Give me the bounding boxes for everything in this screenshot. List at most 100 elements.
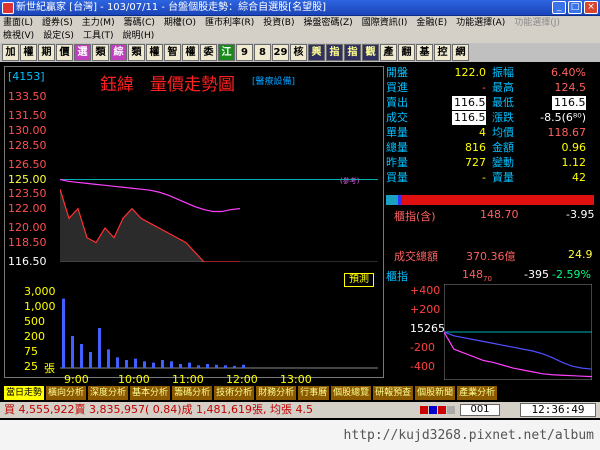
minimize-button[interactable]: _ bbox=[552, 1, 566, 14]
price-tick-2: 130.00 bbox=[8, 123, 47, 137]
price-tick-6: 123.50 bbox=[8, 187, 47, 201]
volume-bar-15 bbox=[197, 365, 200, 368]
window-title-bar[interactable]: 新世紀贏家 [台灣] - 103/07/11 - 台盤個股走勢：綜合自選股[名望… bbox=[0, 0, 600, 16]
tab-3[interactable]: 基本分析 bbox=[130, 386, 172, 400]
toolbar-button-7[interactable]: 類 bbox=[128, 44, 145, 61]
quote-label-sell: 賣出 bbox=[386, 96, 408, 109]
volume-bar-19 bbox=[233, 365, 236, 368]
quote-label-single: 單量 bbox=[386, 126, 408, 139]
menu2-item-3[interactable]: 說明(H) bbox=[122, 29, 154, 43]
menu-item-2[interactable]: 主力(M) bbox=[82, 16, 115, 30]
tab-5[interactable]: 技術分析 bbox=[214, 386, 256, 400]
quote-value-single: 4 bbox=[479, 126, 486, 139]
tab-10[interactable]: 個股新聞 bbox=[415, 386, 457, 400]
tab-2[interactable]: 深度分析 bbox=[88, 386, 130, 400]
status-light-red2-icon bbox=[438, 406, 446, 414]
tab-6[interactable]: 財務分析 bbox=[256, 386, 298, 400]
toolbar-button-0[interactable]: 加 bbox=[2, 44, 19, 61]
chart-title: 量價走勢圖 bbox=[150, 75, 235, 95]
quote-panel: 開盤 122.0 振幅 6.40% 買進 - 最高 124.5 賣出 116.5 最低 116.5 成交… bbox=[386, 66, 596, 186]
tab-1[interactable]: 橫向分析 bbox=[46, 386, 88, 400]
index-tick-0: +400 bbox=[410, 284, 441, 297]
quote-label-deal: 成交 bbox=[386, 111, 408, 124]
volume-bar-13 bbox=[179, 364, 182, 368]
toolbar-button-25[interactable]: 網 bbox=[452, 44, 469, 61]
tab-11[interactable]: 產業分析 bbox=[457, 386, 499, 400]
toolbar-button-2[interactable]: 期 bbox=[38, 44, 55, 61]
index-chart-change: -395 bbox=[524, 268, 549, 281]
menu-item-10[interactable]: 功能選擇(A) bbox=[456, 16, 505, 30]
toolbar-button-14[interactable]: 8 bbox=[254, 44, 271, 61]
tab-7[interactable]: 行事曆 bbox=[298, 386, 331, 400]
toolbar-button-19[interactable]: 指 bbox=[344, 44, 361, 61]
total-amount-percent: 24.9 bbox=[568, 248, 593, 261]
status-light-blue-icon bbox=[429, 406, 437, 414]
toolbar-button-17[interactable]: 興 bbox=[308, 44, 325, 61]
menu2-item-2[interactable]: 工具(T) bbox=[83, 29, 114, 43]
toolbar-button-1[interactable]: 權 bbox=[20, 44, 37, 61]
menu-item-7[interactable]: 操盤密碼(Z) bbox=[304, 16, 353, 30]
toolbar-button-5[interactable]: 類 bbox=[92, 44, 109, 61]
toolbar-button-8[interactable]: 權 bbox=[146, 44, 163, 61]
maximize-button[interactable]: □ bbox=[568, 1, 582, 14]
index-chart-label: 櫃指 bbox=[386, 270, 408, 283]
menu-item-6[interactable]: 投資(B) bbox=[263, 16, 294, 30]
toolbar-button-24[interactable]: 控 bbox=[434, 44, 451, 61]
menu-item-0[interactable]: 畫面(L) bbox=[3, 16, 33, 30]
index-chart-value: 14870 bbox=[462, 268, 492, 284]
quote-value-open: 122.0 bbox=[454, 66, 487, 79]
total-amount-label: 成交總額 bbox=[394, 250, 438, 263]
toolbar-button-11[interactable]: 委 bbox=[200, 44, 217, 61]
quote-value-sell: 116.5 bbox=[452, 96, 486, 110]
volume-bar-0 bbox=[62, 298, 65, 368]
toolbar-button-13[interactable]: 9 bbox=[236, 44, 253, 61]
page-number[interactable]: 001 bbox=[460, 404, 500, 416]
close-button[interactable]: × bbox=[584, 1, 598, 14]
index-tick-3: -200 bbox=[410, 341, 435, 354]
toolbar-button-22[interactable]: 翻 bbox=[398, 44, 415, 61]
volume-bar-12 bbox=[170, 361, 173, 368]
toolbar-button-4[interactable]: 選 bbox=[74, 44, 91, 61]
volume-bar-18 bbox=[224, 365, 227, 368]
total-amount-value: 370.36億 bbox=[466, 250, 516, 263]
toolbar-button-21[interactable]: 產 bbox=[380, 44, 397, 61]
menu-item-5[interactable]: 匯市利率(R) bbox=[205, 16, 254, 30]
menu-item-8[interactable]: 國際資訊(I) bbox=[362, 16, 408, 30]
index-tick-2: 15265 bbox=[410, 322, 445, 335]
tab-4[interactable]: 籌碼分析 bbox=[172, 386, 214, 400]
time-tick-3: 12:00 bbox=[226, 373, 258, 386]
tab-0[interactable]: 當日走勢 bbox=[4, 386, 46, 400]
menu2-item-0[interactable]: 檢視(V) bbox=[3, 29, 34, 43]
index-line_a bbox=[444, 331, 592, 370]
menu-item-1[interactable]: 證券(S) bbox=[42, 16, 73, 30]
menu-item-9[interactable]: 金融(E) bbox=[416, 16, 447, 30]
toolbar-button-9[interactable]: 智 bbox=[164, 44, 181, 61]
time-tick-1: 10:00 bbox=[118, 373, 150, 386]
menu-item-disabled-0: 功能選擇(J) bbox=[514, 18, 560, 28]
toolbar-button-16[interactable]: 核 bbox=[290, 44, 307, 61]
toolbar-button-10[interactable]: 權 bbox=[182, 44, 199, 61]
menu-item-3[interactable]: 籌碼(C) bbox=[124, 16, 155, 30]
toolbar-button-15[interactable]: 29 bbox=[272, 44, 289, 61]
volume-tick-3: 200 bbox=[24, 330, 45, 343]
menu2-item-1[interactable]: 設定(S) bbox=[43, 29, 74, 43]
quote-label-high: 最高 bbox=[492, 81, 514, 94]
volume-bar-3 bbox=[89, 352, 92, 368]
tab-8[interactable]: 個股總覽 bbox=[331, 386, 373, 400]
otc-index-change: -3.95 bbox=[566, 208, 595, 221]
tab-9[interactable]: 研報預查 bbox=[373, 386, 415, 400]
volume-bar-7 bbox=[125, 360, 128, 368]
window-title: 新世紀贏家 [台灣] - 103/07/11 - 台盤個股走勢：綜合自選股[名望… bbox=[16, 2, 326, 13]
toolbar-button-3[interactable]: 價 bbox=[56, 44, 73, 61]
otc-index-label: 櫃指(含) bbox=[394, 210, 436, 223]
volume-bar-6 bbox=[116, 357, 119, 368]
toolbar-button-6[interactable]: 綜 bbox=[110, 44, 127, 61]
quote-label-bvol: 買量 bbox=[386, 171, 408, 184]
toolbar-button-20[interactable]: 觀 bbox=[362, 44, 379, 61]
toolbar-button-23[interactable]: 基 bbox=[416, 44, 433, 61]
quote-label-avg: 均價 bbox=[492, 126, 514, 139]
volume-bar-5 bbox=[107, 349, 110, 368]
toolbar-button-18[interactable]: 指 bbox=[326, 44, 343, 61]
menu-item-4[interactable]: 期權(O) bbox=[164, 16, 196, 30]
toolbar-button-12[interactable]: 江 bbox=[218, 44, 235, 61]
